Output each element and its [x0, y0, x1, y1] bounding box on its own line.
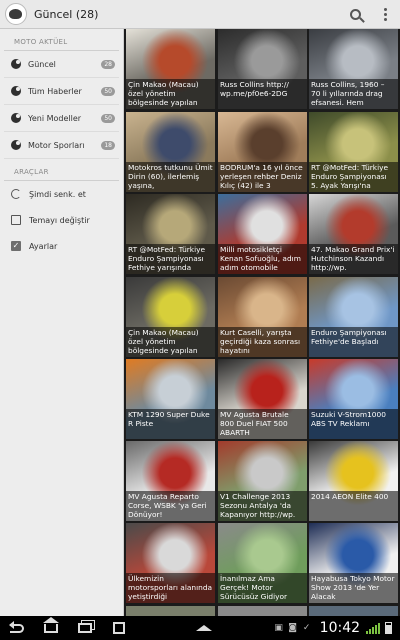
news-caption: BODRUM'a 16 yıl önce yerleşen rehber Den… [218, 162, 307, 192]
app-title: Güncel (28) [34, 7, 99, 21]
home-icon[interactable] [34, 616, 68, 640]
sidebar: MOTO AKTÜEL Güncel 28 Tüm Haberler 50 Ye… [0, 29, 124, 616]
helmet-icon [11, 59, 21, 69]
news-tile[interactable]: Ülkemizin motorsporları alanında yetişti… [126, 523, 215, 603]
news-caption: KTM 1290 Super Duke R Piste [126, 409, 215, 439]
news-caption: Enduro Şampiyonası Fethiye'de Başladı [309, 327, 398, 357]
news-caption: Motokros tutkunu Ümit Dirin (60), ilerle… [126, 162, 215, 192]
system-bar: ▣ ◙ ✓ 10:42 [0, 616, 400, 640]
news-tile[interactable]: Russ Collins, 1960 – 70 li yıllarında dr… [309, 29, 398, 109]
news-tile[interactable]: Suzuki V-Strom1000 ABS TV Reklamı [309, 359, 398, 439]
news-caption: Hayabusa Tokyo Motor Show 2013 'de Yer A… [309, 573, 398, 603]
action-bar: Güncel (28) [0, 0, 400, 29]
news-caption: İnanılmaz Ama Gerçek! Motor Sürücüsüz Gi… [218, 573, 307, 603]
news-caption: Milli motosikletçi Kenan Sofuoğlu, adım … [218, 244, 307, 274]
count-badge: 28 [101, 59, 115, 69]
sidebar-item-tum-haberler[interactable]: Tüm Haberler 50 [4, 78, 119, 105]
sync-now-item[interactable]: Şimdi senk. et [4, 181, 119, 207]
search-icon[interactable] [340, 0, 370, 29]
news-grid: Çin Makao (Macau) özel yönetim bölgesind… [126, 29, 400, 616]
news-tile[interactable]: KTM 1290 Super Duke R Piste [126, 359, 215, 439]
news-caption: 2014 AEON Elite 400 [309, 491, 398, 521]
helmet-icon [11, 113, 21, 123]
news-caption: MV Agusta Brutale 800 Duel FIAT 500 ABAR… [218, 409, 307, 439]
check-notification-icon[interactable]: ✓ [300, 616, 314, 640]
news-tile[interactable]: Motokros tutkunu Ümit Dirin (60), ilerle… [126, 112, 215, 192]
news-caption: Çin Makao (Macau) özel yönetim bölgesind… [126, 79, 215, 109]
screenshot-icon[interactable] [102, 616, 136, 640]
news-tile[interactable]: İnanılmaz Ama Gerçek! Motor Sürücüsüz Gi… [218, 523, 307, 603]
tool-label: Ayarlar [29, 241, 58, 251]
sidebar-item-yeni-modeller[interactable]: Yeni Modeller 50 [4, 105, 119, 132]
news-tile[interactable]: 2014 AEON Elite 400 [309, 441, 398, 521]
settings-item[interactable]: ✓ Ayarlar [4, 233, 119, 259]
news-tile[interactable]: Hayabusa Tokyo Motor Show 2013 'de Yer A… [309, 523, 398, 603]
news-tile[interactable]: Russ Collins http:// wp.me/pf0e6-2DG [218, 29, 307, 109]
sidebar-item-label: Motor Sporları [28, 140, 85, 150]
refresh-icon [11, 189, 21, 199]
tool-label: Temayı değiştir [29, 215, 90, 225]
news-caption: Kurt Caselli, yarışta geçirdiği kaza son… [218, 327, 307, 357]
news-tile-partial[interactable] [309, 606, 398, 616]
news-caption: Ülkemizin motorsporları alanında yetişti… [126, 573, 215, 603]
overflow-menu-icon[interactable] [370, 0, 400, 29]
news-tile[interactable]: BODRUM'a 16 yıl önce yerleşen rehber Den… [218, 112, 307, 192]
news-caption: Çin Makao (Macau) özel yönetim bölgesind… [126, 327, 215, 357]
tool-label: Şimdi senk. et [29, 189, 86, 199]
news-tile[interactable]: Kurt Caselli, yarışta geçirdiği kaza son… [218, 277, 307, 357]
news-caption: RT @MotFed: Türkiye Enduro Şampiyonası F… [126, 244, 215, 274]
battery-icon[interactable] [385, 622, 393, 634]
news-caption: V1 Challenge 2013 Sezonu Antalya 'da Kap… [218, 491, 307, 521]
news-tile[interactable]: RT @MotFed: Türkiye Enduro Şampiyonası 5… [309, 112, 398, 192]
helmet-icon [11, 140, 21, 150]
news-caption: Russ Collins, 1960 – 70 li yıllarında dr… [309, 79, 398, 109]
back-icon[interactable] [0, 616, 34, 640]
change-theme-item[interactable]: Temayı değiştir [4, 207, 119, 233]
news-tile[interactable]: MV Agusta Reparto Corse, WSBK 'ya Geri D… [126, 441, 215, 521]
clock[interactable]: 10:42 [320, 620, 360, 636]
count-badge: 18 [101, 140, 115, 150]
count-badge: 50 [101, 86, 115, 96]
news-tile[interactable]: Enduro Şampiyonası Fethiye'de Başladı [309, 277, 398, 357]
news-tile[interactable]: Çin Makao (Macau) özel yönetim bölgesind… [126, 29, 215, 109]
wifi-signal-icon[interactable] [366, 622, 381, 634]
theme-icon [11, 215, 21, 225]
sidebar-item-label: Güncel [28, 59, 56, 69]
news-tile-partial[interactable] [218, 606, 307, 616]
section-header-moto: MOTO AKTÜEL [4, 29, 119, 51]
news-tile[interactable]: V1 Challenge 2013 Sezonu Antalya 'da Kap… [218, 441, 307, 521]
sidebar-item-motor-sporlari[interactable]: Motor Sporları 18 [4, 132, 119, 159]
sidebar-item-guncel[interactable]: Güncel 28 [4, 51, 119, 78]
sidebar-item-label: Tüm Haberler [28, 86, 82, 96]
sidebar-item-label: Yeni Modeller [28, 113, 82, 123]
sd-card-icon[interactable]: ▣ [272, 616, 286, 640]
checkbox-icon: ✓ [11, 241, 21, 251]
section-header-tools: ARAÇLAR [4, 159, 119, 181]
news-tile[interactable]: RT @MotFed: Türkiye Enduro Şampiyonası F… [126, 194, 215, 274]
count-badge: 50 [101, 113, 115, 123]
app-logo-icon[interactable] [5, 3, 27, 25]
recent-apps-icon[interactable] [68, 616, 102, 640]
news-caption: MV Agusta Reparto Corse, WSBK 'ya Geri D… [126, 491, 215, 521]
news-caption: RT @MotFed: Türkiye Enduro Şampiyonası 5… [309, 162, 398, 192]
news-caption: 47. Makao Grand Prix'i Hutchinson Kazand… [309, 244, 398, 274]
helmet-icon [11, 86, 21, 96]
news-caption: Suzuki V-Strom1000 ABS TV Reklamı [309, 409, 398, 439]
news-tile[interactable]: 47. Makao Grand Prix'i Hutchinson Kazand… [309, 194, 398, 274]
app-window: Güncel (28) MOTO AKTÜEL Güncel 28 Tüm Ha… [0, 0, 400, 640]
news-caption: Russ Collins http:// wp.me/pf0e6-2DG [218, 79, 307, 109]
news-tile[interactable]: Milli motosikletçi Kenan Sofuoğlu, adım … [218, 194, 307, 274]
news-tile-partial[interactable] [126, 606, 215, 616]
bag-icon[interactable]: ◙ [286, 616, 300, 640]
news-tile[interactable]: Çin Makao (Macau) özel yönetim bölgesind… [126, 277, 215, 357]
news-tile[interactable]: MV Agusta Brutale 800 Duel FIAT 500 ABAR… [218, 359, 307, 439]
menu-up-icon[interactable] [187, 616, 221, 640]
